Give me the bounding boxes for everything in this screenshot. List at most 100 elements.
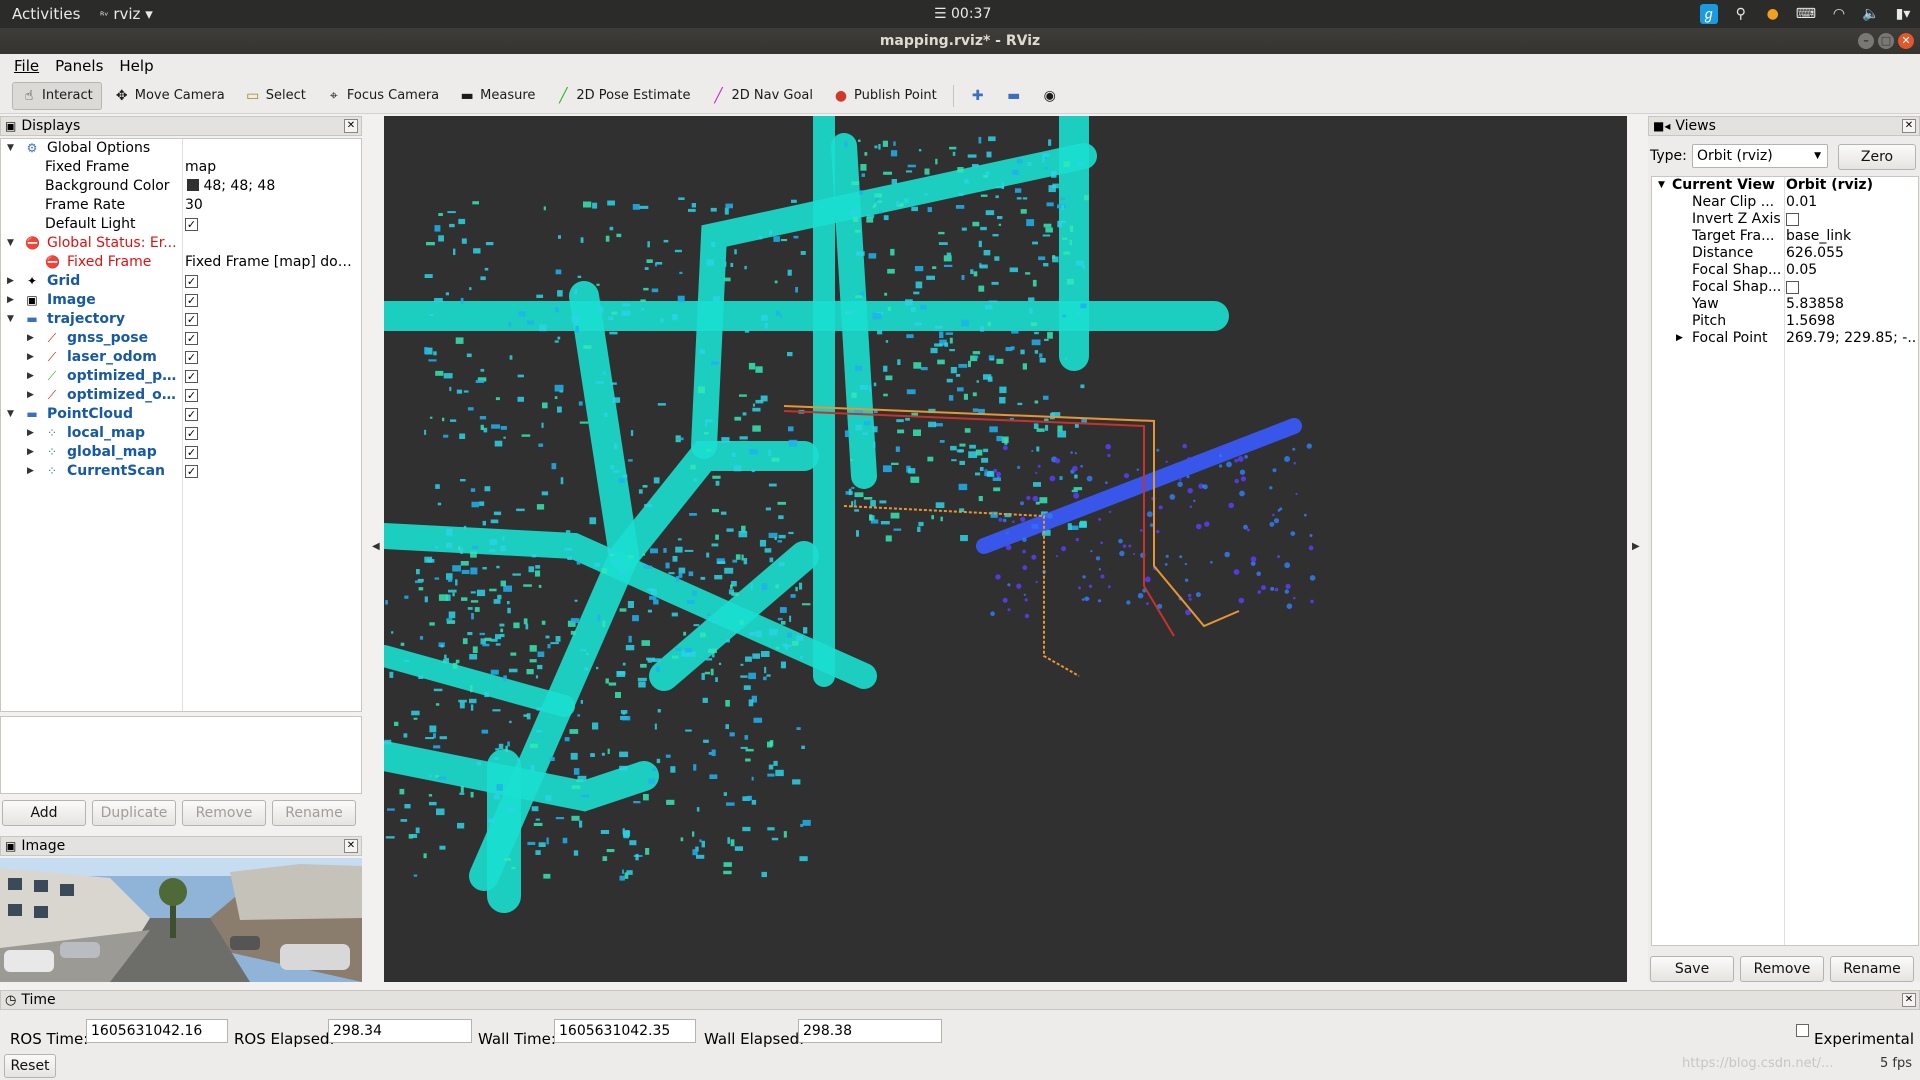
experimental-checkbox[interactable] (1796, 1024, 1809, 1037)
wifi-icon[interactable]: ◠ (1830, 6, 1848, 22)
wall-time-field[interactable]: 1605631042.35 (554, 1019, 696, 1043)
tool-select[interactable]: ▭ Select (237, 82, 314, 110)
tree-row-invert-z[interactable]: Invert Z Axis (1652, 211, 1918, 228)
minimize-button[interactable]: – (1858, 33, 1874, 49)
gnss-pose-checkbox[interactable]: ✓ (185, 332, 198, 345)
tree-row-value[interactable]: 0.01 (1786, 194, 1916, 211)
expand-arrow-icon[interactable]: ▶ (7, 291, 14, 310)
rename-display-button[interactable]: Rename (272, 800, 356, 826)
tree-row-value[interactable]: map (185, 158, 359, 177)
optimized-odom-checkbox[interactable]: ✓ (185, 389, 198, 402)
add-display-button[interactable]: Add (2, 800, 86, 826)
save-view-button[interactable]: Save (1650, 956, 1734, 982)
render-3d-viewport[interactable] (384, 116, 1627, 982)
laser-odom-checkbox[interactable]: ✓ (185, 351, 198, 364)
tree-row-yaw[interactable]: Yaw 5.83858 (1652, 296, 1918, 313)
tree-row-fixed-frame-status[interactable]: ⛔ Fixed Frame Fixed Frame [map] doe... (1, 253, 361, 272)
battery-icon[interactable]: ▮▾ (1894, 6, 1912, 22)
tree-row-near-clip[interactable]: Near Clip ... 0.01 (1652, 194, 1918, 211)
trajectory-checkbox[interactable]: ✓ (185, 313, 198, 326)
tree-row-value[interactable]: 5.83858 (1786, 296, 1916, 313)
tree-row-background-color[interactable]: Background Color 48; 48; 48 (1, 177, 361, 196)
input-method-icon[interactable]: ℊ (1699, 4, 1718, 24)
maximize-button[interactable]: □ (1878, 33, 1894, 49)
tree-row-value[interactable]: 30 (185, 196, 359, 215)
tree-row-value[interactable]: 269.79; 229.85; -... (1786, 330, 1916, 347)
tool-focus-camera[interactable]: ⌖ Focus Camera (318, 82, 447, 110)
tool-measure[interactable]: ▬ Measure (451, 82, 543, 110)
tree-row-focal-point[interactable]: ▶ Focal Point 269.79; 229.85; -... (1652, 330, 1918, 347)
tree-row-pitch[interactable]: Pitch 1.5698 (1652, 313, 1918, 330)
tree-row-pointcloud[interactable]: ▼ ▬ PointCloud ✓ (1, 405, 361, 424)
tool-interact[interactable]: ☝ Interact (12, 81, 102, 110)
menu-panels[interactable]: Panels (47, 54, 111, 78)
tree-row-optimized-path[interactable]: ▶ ⟋ optimized_p... ✓ (1, 367, 361, 386)
expand-arrow-icon[interactable]: ▶ (7, 272, 14, 291)
tree-row-laser-odom[interactable]: ▶ ⟋ laser_odom ✓ (1, 348, 361, 367)
expand-arrow-icon[interactable]: ▼ (7, 234, 14, 253)
tree-row-grid[interactable]: ▶ ✦ Grid ✓ (1, 272, 361, 291)
default-light-checkbox[interactable]: ✓ (185, 218, 198, 231)
expand-arrow-icon[interactable]: ▶ (27, 462, 34, 481)
tree-row-global-status[interactable]: ▼ ⛔ Global Status: Er... (1, 234, 361, 253)
remove-view-button[interactable]: Remove (1740, 956, 1824, 982)
rename-view-button[interactable]: Rename (1830, 956, 1914, 982)
add-tool-button[interactable]: ✚ (962, 82, 994, 110)
tree-row-fixed-frame[interactable]: Fixed Frame map (1, 158, 361, 177)
tree-row-value[interactable]: 626.055 (1786, 245, 1916, 262)
tree-row-value[interactable]: 1.5698 (1786, 313, 1916, 330)
tree-row-current-view[interactable]: ▼ Current View Orbit (rviz) (1652, 177, 1918, 194)
expand-arrow-icon[interactable]: ▶ (1676, 330, 1683, 347)
location-icon[interactable]: ⚲ (1732, 6, 1750, 22)
expand-arrow-icon[interactable]: ▶ (27, 329, 34, 348)
close-time-panel-button[interactable]: ✕ (1902, 993, 1916, 1007)
activities-button[interactable]: Activities (12, 5, 80, 23)
tree-row-focal-shape-fixed[interactable]: Focal Shap... (1652, 279, 1918, 296)
tree-row-gnss-pose[interactable]: ▶ ⟋ gnss_pose ✓ (1, 329, 361, 348)
close-window-button[interactable]: ✕ (1898, 33, 1914, 49)
tree-row-image[interactable]: ▶ ▣ Image ✓ (1, 291, 361, 310)
invert-z-checkbox[interactable] (1786, 213, 1799, 226)
collapse-left-dock-arrow[interactable]: ◀ (372, 541, 380, 552)
remove-tool-button[interactable]: ▬ (998, 82, 1030, 110)
cat-app-icon[interactable]: ● (1764, 6, 1782, 22)
expand-arrow-icon[interactable]: ▶ (27, 386, 34, 405)
close-image-panel-button[interactable]: ✕ (344, 839, 358, 853)
tree-row-target-frame[interactable]: Target Fra... base_link (1652, 228, 1918, 245)
tree-row-distance[interactable]: Distance 626.055 (1652, 245, 1918, 262)
expand-arrow-icon[interactable]: ▼ (7, 139, 14, 158)
tree-row-value[interactable]: 0.05 (1786, 262, 1916, 279)
tree-row-global-options[interactable]: ▼ ⚙ Global Options (1, 139, 361, 158)
view-type-select[interactable]: Orbit (rviz) ▼ (1692, 144, 1828, 168)
keyboard-icon[interactable]: ⌨ (1796, 6, 1816, 22)
close-displays-panel-button[interactable]: ✕ (344, 119, 358, 133)
expand-arrow-icon[interactable]: ▼ (7, 405, 14, 424)
current-scan-checkbox[interactable]: ✓ (185, 465, 198, 478)
reset-time-button[interactable]: Reset (4, 1054, 56, 1078)
close-views-panel-button[interactable]: ✕ (1902, 119, 1916, 133)
ros-elapsed-field[interactable]: 298.34 (328, 1019, 472, 1043)
remove-display-button[interactable]: Remove (182, 800, 266, 826)
clock[interactable]: ☰ 00:37 (934, 6, 991, 22)
tool-properties-button[interactable]: ◉ (1034, 82, 1066, 110)
wall-elapsed-field[interactable]: 298.38 (798, 1019, 942, 1043)
menu-file[interactable]: File (6, 54, 47, 78)
global-map-checkbox[interactable]: ✓ (185, 446, 198, 459)
tree-row-current-scan[interactable]: ▶ ⁘ CurrentScan ✓ (1, 462, 361, 481)
grid-checkbox[interactable]: ✓ (185, 275, 198, 288)
volume-icon[interactable]: 🔈 (1862, 6, 1880, 22)
ros-time-field[interactable]: 1605631042.16 (86, 1019, 228, 1043)
tree-row-focal-shape-size[interactable]: Focal Shap... 0.05 (1652, 262, 1918, 279)
image-checkbox[interactable]: ✓ (185, 294, 198, 307)
tree-row-default-light[interactable]: Default Light ✓ (1, 215, 361, 234)
tool-publish-point[interactable]: ● Publish Point (825, 82, 945, 110)
zero-view-button[interactable]: Zero (1838, 144, 1916, 170)
expand-arrow-icon[interactable]: ▶ (27, 424, 34, 443)
tool-2d-pose-estimate[interactable]: ╱ 2D Pose Estimate (547, 82, 698, 110)
tree-row-optimized-odom[interactable]: ▶ ⟋ optimized_o... ✓ (1, 386, 361, 405)
expand-arrow-icon[interactable]: ▼ (1658, 177, 1665, 194)
expand-arrow-icon[interactable]: ▶ (27, 443, 34, 462)
collapse-right-dock-arrow[interactable]: ▶ (1632, 541, 1640, 552)
tree-row-local-map[interactable]: ▶ ⁘ local_map ✓ (1, 424, 361, 443)
color-swatch-value[interactable]: 48; 48; 48 (187, 177, 361, 196)
